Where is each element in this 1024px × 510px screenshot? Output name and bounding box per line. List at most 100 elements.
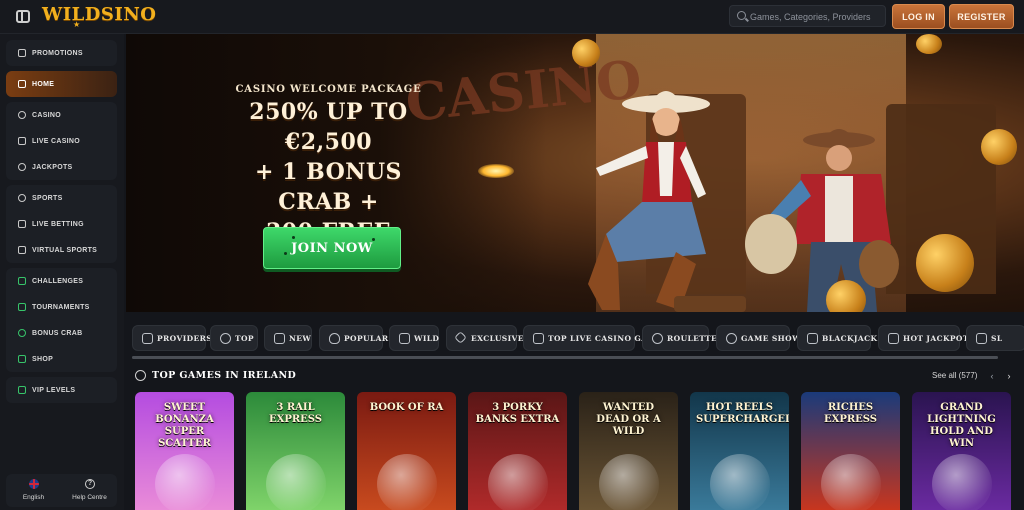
hero-banner[interactable]: CASINO CASINO WELCOME PACKAGE 250% UP TO xyxy=(126,34,1024,312)
search-input[interactable] xyxy=(750,9,882,24)
trophy-icon xyxy=(18,303,26,311)
game-tile[interactable]: RICHES EXPRESS xyxy=(801,392,900,510)
sidebar-item-label: LIVE BETTING xyxy=(32,220,84,228)
sports-ball-icon xyxy=(18,194,26,202)
game-title: GRAND LIGHTNING HOLD AND WIN xyxy=(927,402,996,449)
help-centre-link[interactable]: ? Help Centre xyxy=(62,474,117,507)
sidebar-item-shop[interactable]: SHOP xyxy=(6,346,117,372)
gold-coin-image xyxy=(981,129,1017,165)
chip-label: WILD xyxy=(414,333,440,343)
chip-providers[interactable]: PROVIDERS xyxy=(132,325,212,351)
help-icon: ? xyxy=(85,479,95,489)
game-tile[interactable]: GRAND LIGHTNING HOLD AND WIN xyxy=(912,392,1011,510)
chip-new[interactable]: NEW xyxy=(264,325,312,351)
sidebar-item-live-casino[interactable]: LIVE CASINO xyxy=(6,128,117,154)
sidebar-item-bonus-crab[interactable]: BONUS CRAB xyxy=(6,320,117,346)
diamond-icon xyxy=(454,331,467,344)
sidebar-item-label: VIRTUAL SPORTS xyxy=(32,246,98,254)
game-tile[interactable]: WANTED DEAD OR A WILD xyxy=(579,392,678,510)
star-icon xyxy=(533,333,544,344)
game-tile[interactable]: 3 PORKY BANKS EXTRA xyxy=(468,392,567,510)
logo-star-icon: ★ xyxy=(73,20,81,29)
gold-coin-image xyxy=(916,34,942,54)
join-now-button[interactable]: JOIN NOW xyxy=(263,227,401,269)
sidebar-item-label: TOURNAMENTS xyxy=(32,303,90,311)
sidebar-group-sports: SPORTS LIVE BETTING VIRTUAL SPORTS xyxy=(6,185,117,263)
chips-scrollbar[interactable] xyxy=(132,356,998,359)
chip-exclusive[interactable]: EXCLUSIVE xyxy=(446,325,523,351)
game-title: BOOK OF RA xyxy=(369,402,444,413)
gold-coin-image xyxy=(826,280,866,312)
sidebar-item-tournaments[interactable]: TOURNAMENTS xyxy=(6,294,117,320)
chip-wild[interactable]: WILD xyxy=(389,325,439,351)
hero-kicker: CASINO WELCOME PACKAGE xyxy=(235,84,422,95)
top-bar: WILDSINO ★ LOG IN REGISTER xyxy=(0,0,1024,34)
chip-top[interactable]: TOP xyxy=(210,325,258,351)
game-title: 3 RAIL EXPRESS xyxy=(268,402,323,425)
sidebar-toggle-icon[interactable] xyxy=(16,10,30,23)
sidebar-item-challenges[interactable]: CHALLENGES xyxy=(6,268,117,294)
sidebar-item-sports[interactable]: SPORTS xyxy=(6,185,117,211)
wild-icon xyxy=(399,333,410,344)
sidebar-item-home[interactable]: HOME xyxy=(6,71,117,97)
game-artwork xyxy=(155,454,215,510)
sidebar-group-casino: CASINO LIVE CASINO JACKPOTS xyxy=(6,102,117,180)
search-box[interactable] xyxy=(729,5,886,27)
chip-slots[interactable]: SL xyxy=(966,325,1024,351)
login-button[interactable]: LOG IN xyxy=(892,4,945,29)
chevron-left-icon[interactable]: ‹ xyxy=(985,369,999,383)
sidebar-item-vip-levels[interactable]: VIP LEVELS xyxy=(6,377,117,403)
help-centre-label: Help Centre xyxy=(72,494,107,501)
sidebar-item-promotions[interactable]: PROMOTIONS xyxy=(6,40,117,66)
sidebar-item-label: SPORTS xyxy=(32,194,63,202)
sidebar-item-jackpots[interactable]: JACKPOTS xyxy=(6,154,117,180)
register-button[interactable]: REGISTER xyxy=(949,4,1014,29)
bullet-hole-icon xyxy=(292,236,295,239)
language-label: English xyxy=(22,494,45,501)
game-tile[interactable]: SWEET BONANZA SUPER SCATTER xyxy=(135,392,234,510)
shop-icon xyxy=(18,355,26,363)
gold-coin-image xyxy=(916,234,974,292)
grid-icon xyxy=(142,333,153,344)
sidebar-item-casino[interactable]: CASINO xyxy=(6,102,117,128)
chip-top-live-casino-games[interactable]: TOP LIVE CASINO GAMES xyxy=(523,325,668,351)
game-title: SWEET BONANZA SUPER SCATTER xyxy=(155,402,214,449)
sidebar-item-live-betting[interactable]: LIVE BETTING xyxy=(6,211,117,237)
jackpot-icon xyxy=(18,163,26,171)
bonus-crab-icon xyxy=(18,329,26,337)
chip-label: HOT JACKPOTS xyxy=(903,333,975,343)
chip-popular[interactable]: POPULAR xyxy=(319,325,388,351)
chip-label: PROVIDERS xyxy=(157,333,213,343)
chips-scrollbar-thumb[interactable] xyxy=(132,356,998,359)
chip-hot-jackpots[interactable]: HOT JACKPOTS xyxy=(878,325,974,351)
challenges-icon xyxy=(18,277,26,285)
join-now-label: JOIN NOW xyxy=(291,240,373,256)
see-all-link[interactable]: See all (577) xyxy=(932,371,977,380)
bullet-hole-icon xyxy=(372,238,375,241)
chip-game-shows[interactable]: GAME SHOWS xyxy=(716,325,806,351)
chip-blackjack[interactable]: BLACKJACK xyxy=(797,325,877,351)
game-tile[interactable]: HOT REELS SUPERCHARGED xyxy=(690,392,789,510)
chevron-right-icon[interactable]: › xyxy=(1002,369,1016,383)
sidebar: PROMOTIONS HOME CASINO LIVE CASINO JACKP… xyxy=(0,34,124,510)
game-tile[interactable]: 3 RAIL EXPRESS xyxy=(246,392,345,510)
game-artwork xyxy=(266,454,326,510)
rocket-icon xyxy=(274,333,285,344)
language-selector[interactable]: English xyxy=(6,474,61,507)
game-tile[interactable]: BOOK OF RA xyxy=(357,392,456,510)
hero-offer-line: + 1 BONUS CRAB + xyxy=(255,159,402,215)
muzzle-flash xyxy=(478,164,514,178)
medal-icon xyxy=(220,333,231,344)
game-artwork xyxy=(710,454,770,510)
cowboy-illustration xyxy=(745,129,899,312)
uk-flag-icon xyxy=(29,479,39,489)
slots-icon xyxy=(976,333,987,344)
wheel-icon xyxy=(726,333,737,344)
sidebar-item-virtual-sports[interactable]: VIRTUAL SPORTS xyxy=(6,237,117,263)
chip-roulette[interactable]: ROULETTE xyxy=(642,325,717,351)
sidebar-group-home: HOME xyxy=(6,71,117,97)
sidebar-item-label: SHOP xyxy=(32,355,54,363)
game-title: RICHES EXPRESS xyxy=(823,402,878,425)
vip-icon xyxy=(18,386,26,394)
logo[interactable]: WILDSINO xyxy=(42,4,156,25)
